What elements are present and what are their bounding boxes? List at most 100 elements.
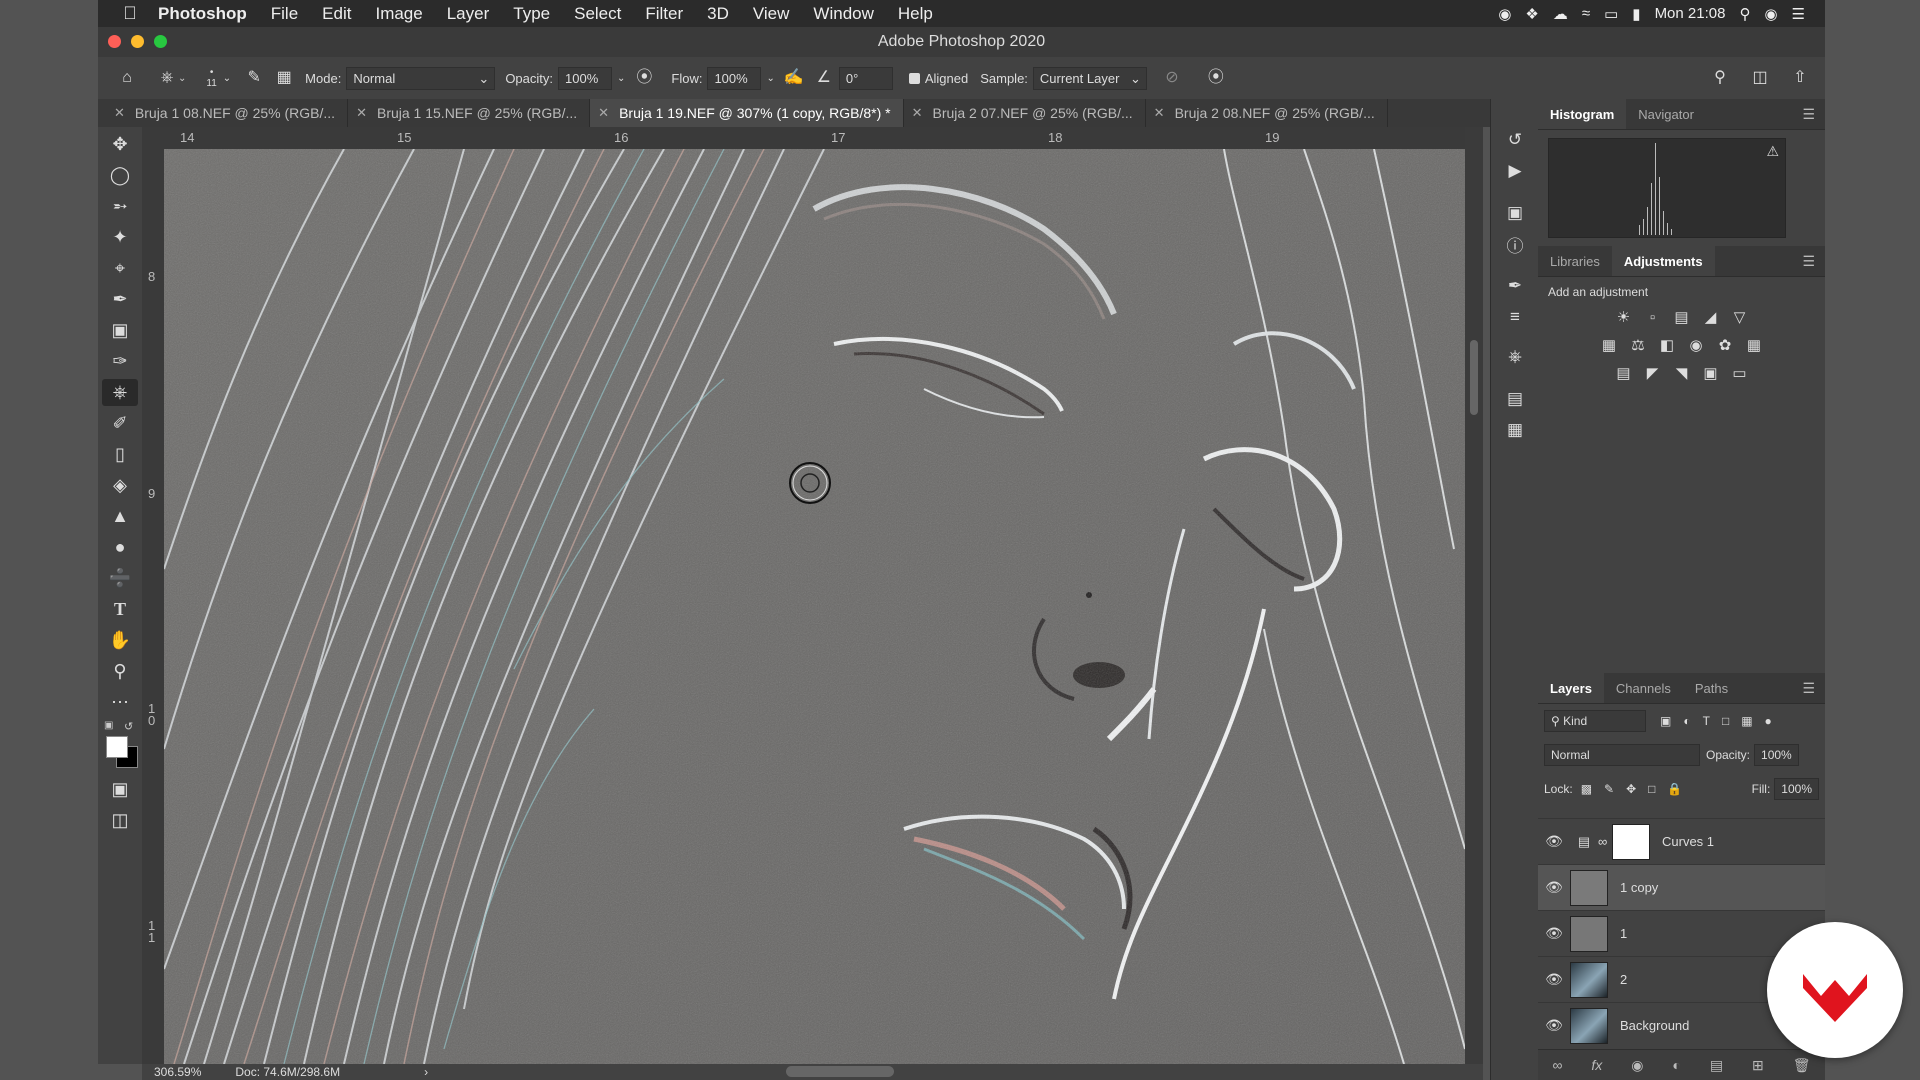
panel-menu-icon[interactable]: ☰ (1802, 106, 1815, 123)
menu-select[interactable]: Select (574, 4, 621, 24)
smudge-tool-icon[interactable]: ● (102, 534, 138, 561)
clone-stamp-tool-icon[interactable]: ⎈ (102, 379, 138, 406)
clone-source-icon[interactable]: ▦ (273, 67, 295, 89)
channel-mixer-icon[interactable]: ✿ (1714, 333, 1736, 357)
brushes-panel-icon[interactable]: ≡ (1497, 303, 1533, 331)
menu-image[interactable]: Image (375, 4, 422, 24)
ignore-adjustment-layers-icon[interactable]: ⊘ (1161, 67, 1183, 89)
brush-dropdown-arrow[interactable]: ⌄ (223, 73, 231, 84)
brush-size-picker[interactable]: • 11 (206, 67, 216, 89)
lasso-ellipse-tool-icon[interactable]: ◯ (102, 162, 138, 189)
color-swatches[interactable]: ▣ ↺ (102, 720, 138, 772)
home-icon[interactable]: ⌂ (116, 67, 138, 89)
properties-panel-icon[interactable]: ▤ (1497, 385, 1533, 413)
lasso-tool-icon[interactable]: ➵ (102, 193, 138, 220)
adjustment-filter-icon[interactable]: ◐ (1683, 714, 1690, 728)
healing-brush-tool-icon[interactable]: ▣ (102, 317, 138, 344)
brightness-contrast-icon[interactable]: ☀ (1613, 305, 1635, 329)
tab-channels[interactable]: Channels (1604, 673, 1683, 703)
status-menu-arrow[interactable]: › (424, 1065, 428, 1079)
brush-tool-icon[interactable]: ✑ (102, 348, 138, 375)
horizontal-scroll-thumb[interactable] (786, 1066, 894, 1077)
photo-filter-icon[interactable]: ◉ (1685, 333, 1707, 357)
layer-name[interactable]: 1 copy (1620, 880, 1658, 895)
tab-bruja-1-08[interactable]: ✕ Bruja 1 08.NEF @ 25% (RGB/... (98, 99, 349, 127)
clone-source-panel-icon[interactable]: ⎈ (1497, 343, 1533, 371)
vibrance-icon[interactable]: ▦ (1598, 333, 1620, 357)
lock-transparent-icon[interactable]: ▩ (1581, 782, 1592, 796)
link-layers-icon[interactable]: ∞ (1552, 1057, 1562, 1073)
menu-edit[interactable]: Edit (322, 4, 351, 24)
posterize-icon[interactable]: ◤ (1642, 361, 1664, 385)
tab-paths[interactable]: Paths (1683, 673, 1740, 703)
magic-wand-tool-icon[interactable]: ✦ (102, 224, 138, 251)
3d-icon[interactable]: ▣ (1497, 199, 1533, 227)
flow-input[interactable]: 100% (707, 66, 762, 90)
menu-type[interactable]: Type (513, 4, 550, 24)
eyedropper-tool-icon[interactable]: ✒ (102, 286, 138, 313)
link-icon[interactable]: ∞ (1598, 834, 1612, 849)
share-icon[interactable]: ⇧ (1789, 67, 1811, 89)
panel-menu-icon[interactable]: ☰ (1802, 253, 1815, 270)
black-white-icon[interactable]: ◧ (1656, 333, 1678, 357)
close-icon[interactable]: ✕ (912, 105, 923, 121)
menu-layer[interactable]: Layer (447, 4, 490, 24)
move-tool-icon[interactable]: ✥ (102, 131, 138, 158)
opacity-dropdown-arrow[interactable]: ⌄ (617, 73, 625, 84)
close-icon[interactable]: ✕ (114, 105, 125, 121)
tab-adjustments[interactable]: Adjustments (1611, 246, 1715, 276)
brush-settings-panel-icon[interactable]: ✒ (1497, 272, 1533, 300)
airplay-icon[interactable]: ▭ (1604, 5, 1618, 23)
quick-mask-icon[interactable]: ▣ (102, 776, 138, 803)
pressure-size-icon[interactable]: ⦿ (1205, 67, 1227, 89)
wifi-icon[interactable]: ≈ (1582, 5, 1590, 22)
angle-input[interactable]: 0° (838, 66, 893, 90)
blend-mode-select[interactable]: Normal (1544, 744, 1700, 766)
dropbox-icon[interactable]: ❖ (1525, 5, 1538, 23)
layer-row-curves-1[interactable]: 👁 ▤ ∞ Curves 1 (1538, 818, 1825, 864)
zoom-level[interactable]: 306.59% (154, 1065, 201, 1079)
airbrush-icon[interactable]: ✍ (783, 67, 805, 89)
aligned-checkbox[interactable] (908, 72, 920, 84)
zoom-window-button[interactable] (154, 35, 167, 48)
minimize-window-button[interactable] (131, 35, 144, 48)
pen-tool-icon[interactable]: ➗ (102, 565, 138, 592)
new-layer-icon[interactable]: ⊞ (1752, 1057, 1764, 1074)
info-icon[interactable]: ⓘ (1497, 230, 1533, 258)
layer-thumbnail[interactable] (1570, 1007, 1608, 1044)
flow-dropdown-arrow[interactable]: ⌄ (766, 73, 774, 84)
curves-icon[interactable]: ▤ (1671, 305, 1693, 329)
actions-play-icon[interactable]: ▶ (1497, 157, 1533, 185)
fill-input[interactable]: 100% (1774, 778, 1819, 800)
layer-mask-thumbnail[interactable] (1612, 823, 1650, 860)
menu-view[interactable]: View (753, 4, 790, 24)
threshold-icon[interactable]: ◥ (1671, 361, 1693, 385)
tab-libraries[interactable]: Libraries (1538, 246, 1612, 276)
invert-icon[interactable]: ▤ (1613, 361, 1635, 385)
sharpen-tool-icon[interactable]: ▲ (102, 503, 138, 530)
add-mask-icon[interactable]: ◉ (1631, 1057, 1643, 1074)
clone-stamp-tool-preset-icon[interactable]: ⎈ (156, 67, 178, 89)
selective-color-icon[interactable]: ▣ (1700, 361, 1722, 385)
layer-thumbnail[interactable] (1570, 915, 1608, 952)
eye-icon[interactable]: 👁 (1538, 879, 1570, 896)
paint-bucket-tool-icon[interactable]: ◈ (102, 472, 138, 499)
layer-name[interactable]: 1 (1620, 926, 1627, 941)
menu-window[interactable]: Window (813, 4, 873, 24)
screen-mode-icon[interactable]: ◫ (102, 807, 138, 834)
shape-filter-icon[interactable]: □ (1722, 714, 1729, 728)
layer-style-icon[interactable]: fx (1591, 1057, 1602, 1073)
sample-select[interactable]: Current Layer ⌄ (1032, 66, 1147, 90)
lock-image-icon[interactable]: ✎ (1604, 782, 1614, 796)
eye-icon[interactable]: 👁 (1538, 1017, 1570, 1034)
tab-histogram[interactable]: Histogram (1538, 99, 1627, 129)
gradient-triangle-icon[interactable]: ▽ (1729, 305, 1751, 329)
eye-icon[interactable]: 👁 (1538, 971, 1570, 988)
menu-app-name[interactable]: Photoshop (158, 4, 247, 24)
tab-layers[interactable]: Layers (1538, 673, 1604, 703)
brush-settings-icon[interactable]: ✎ (243, 67, 265, 89)
smart-object-filter-icon[interactable]: ▦ (1741, 714, 1752, 728)
eye-icon[interactable]: 👁 (1538, 925, 1570, 942)
zoom-tool-icon[interactable]: ⚲ (102, 658, 138, 685)
tab-bruja-2-08[interactable]: ✕ Bruja 2 08.NEF @ 25% (RGB/... (1146, 99, 1388, 127)
